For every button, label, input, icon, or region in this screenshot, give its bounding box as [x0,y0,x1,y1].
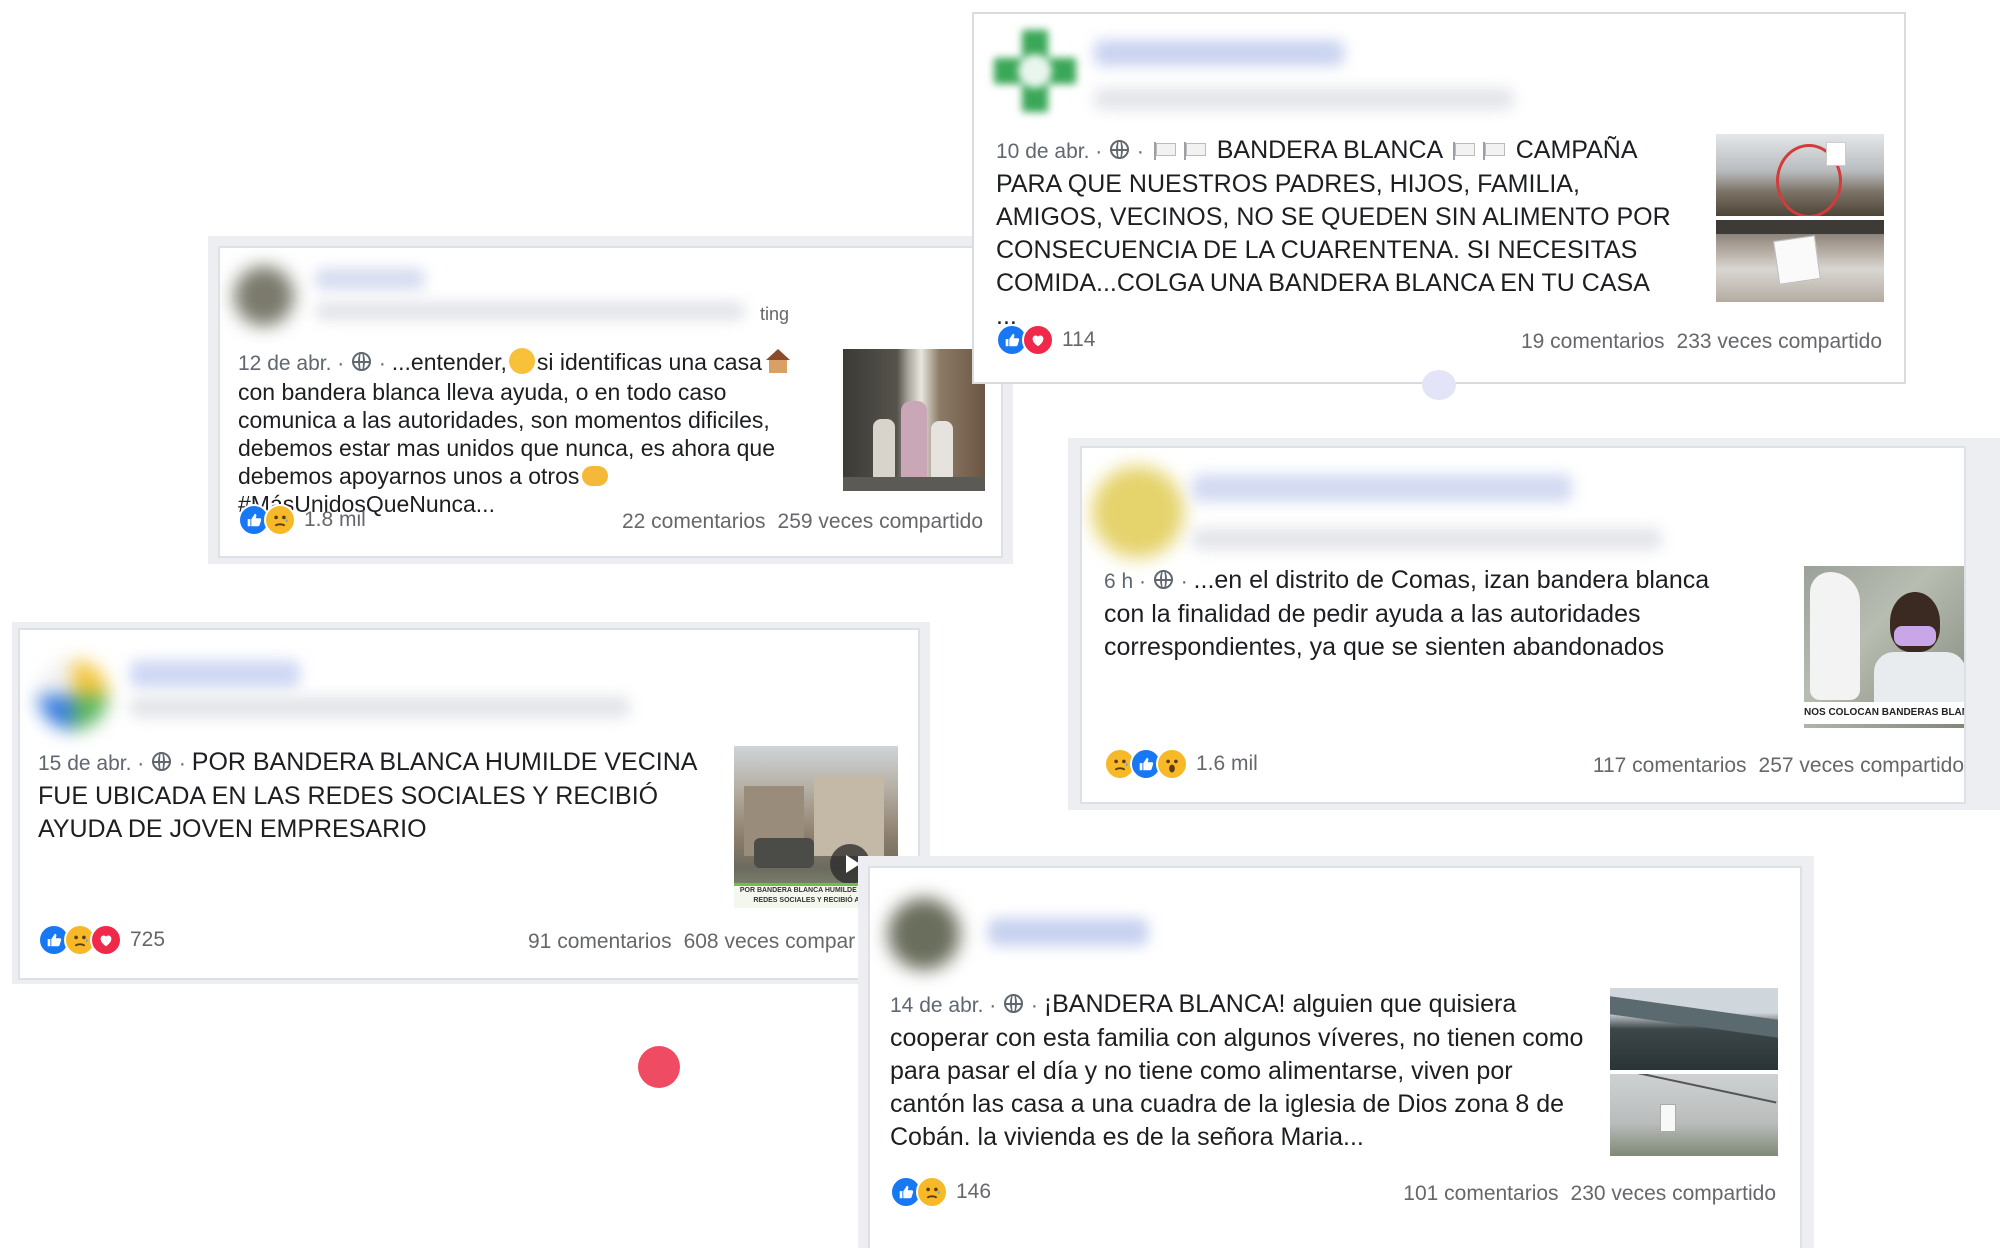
sad-reaction-icon [264,504,296,536]
post-video-thumbnail[interactable]: NOS COLOCAN BANDERAS BLANCAS PARA [1804,566,1964,728]
shares-link[interactable]: 257 veces compartido [1759,754,1964,777]
wow-reaction-icon [1156,748,1188,780]
post-card-15abr: 15 de abr. · · POR BANDERA BLANCA HUMILD… [18,628,920,980]
post-text: 10 de abr. · · BANDERA BLANCA CAMPAÑA PA… [996,136,1671,330]
post-stats: 91 comentarios 608 veces compar [516,930,855,954]
author-meta-blurred [1094,88,1514,110]
post-image-top[interactable] [1716,134,1884,216]
reaction-count: 114 [1062,328,1096,351]
love-reaction-icon [90,924,122,956]
author-meta-blurred [1192,528,1662,550]
comments-link[interactable]: 22 comentarios [622,510,766,533]
white-flag-icon [1153,142,1176,160]
reaction-summary[interactable]: 1.8 mil [238,504,366,536]
shares-link[interactable]: 230 veces compartido [1571,1182,1776,1205]
globe-icon [1153,570,1173,589]
globe-icon [1004,994,1024,1013]
reaction-count: 1.8 mil [304,508,366,531]
video-caption: NOS COLOCAN BANDERAS BLANCAS PARA [1804,702,1964,724]
globe-icon [1110,140,1130,159]
author-name-blurred [315,268,425,290]
comments-link[interactable]: 117 comentarios [1593,754,1747,777]
reaction-summary[interactable]: 1.6 mil [1104,748,1258,780]
globe-icon [152,752,172,771]
post-stats: 19 comentarios 233 veces compartido [1509,330,1882,354]
avatar [888,898,960,970]
author-name-blurred [988,918,1148,946]
reaction-count: 146 [956,1180,992,1203]
post-card-6h: 6 h · · ...en el distrito de Comas, izan… [1080,446,1966,804]
reaction-summary[interactable]: 146 [890,1176,991,1208]
globe-icon [352,352,372,371]
reaction-count: 725 [130,928,166,951]
post-stats: 22 comentarios 259 veces compartido [610,510,983,534]
decorative-dot-red [638,1046,680,1088]
author-name-blurred [1192,474,1572,502]
avatar [38,660,108,730]
avatar-logo [994,30,1076,112]
post-stats: 117 comentarios 257 veces compartido [1581,754,1964,778]
decorative-dot-lavender [1422,370,1456,400]
avatar [1092,466,1184,558]
author-name-blurred [130,660,300,688]
white-flag-icon [1482,142,1505,160]
post-date[interactable]: 12 de abr. [238,352,331,375]
comments-link[interactable]: 91 comentarios [528,930,672,953]
post-image-bottom[interactable] [1610,1074,1778,1156]
thinking-emoji-icon [508,348,535,374]
post-text: 12 de abr. · · ...entender, si identifica… [238,348,828,518]
avatar [234,266,294,326]
reaction-summary[interactable]: 114 [996,324,1095,356]
post-date[interactable]: 6 h [1104,570,1133,593]
love-reaction-icon [1022,324,1054,356]
post-text: 14 de abr. · · ¡BANDERA BLANCA! alguien … [890,990,1584,1151]
post-card-10abr: 10 de abr. · · BANDERA BLANCA CAMPAÑA PA… [972,12,1906,384]
post-stats: 101 comentarios 230 veces compartido [1391,1182,1776,1206]
shares-link[interactable]: 233 veces compartido [1677,330,1882,353]
white-flag-icon [1452,142,1475,160]
post-image-bottom[interactable] [1716,220,1884,302]
author-meta-blurred [130,696,630,718]
sad-reaction-icon [916,1176,948,1208]
author-meta-fragment: ting [760,304,790,324]
post-text: 6 h · · ...en el distrito de Comas, izan… [1104,566,1710,661]
shares-link[interactable]: 608 veces compar [684,930,856,953]
post-card-14abr: 14 de abr. · · ¡BANDERA BLANCA! alguien … [868,866,1802,1248]
shares-link[interactable]: 259 veces compartido [778,510,983,533]
comments-link[interactable]: 101 comentarios [1403,1182,1558,1205]
handshake-emoji-icon [582,466,609,486]
post-date[interactable]: 10 de abr. [996,140,1089,163]
post-date[interactable]: 15 de abr. [38,752,131,775]
house-emoji-icon [765,349,791,373]
reaction-summary[interactable]: 725 [38,924,165,956]
post-date[interactable]: 14 de abr. [890,994,983,1017]
comments-link[interactable]: 19 comentarios [1521,330,1665,353]
post-text: 15 de abr. · · POR BANDERA BLANCA HUMILD… [38,748,697,843]
white-flag-icon [1183,142,1206,160]
post-image[interactable] [843,349,985,491]
author-meta-blurred [315,302,745,320]
reaction-count: 1.6 mil [1196,752,1258,775]
post-card-12abr: ting 12 de abr. · · ...entender, si ident… [218,246,1003,558]
author-name-blurred [1094,40,1344,66]
post-image-top[interactable] [1610,988,1778,1070]
